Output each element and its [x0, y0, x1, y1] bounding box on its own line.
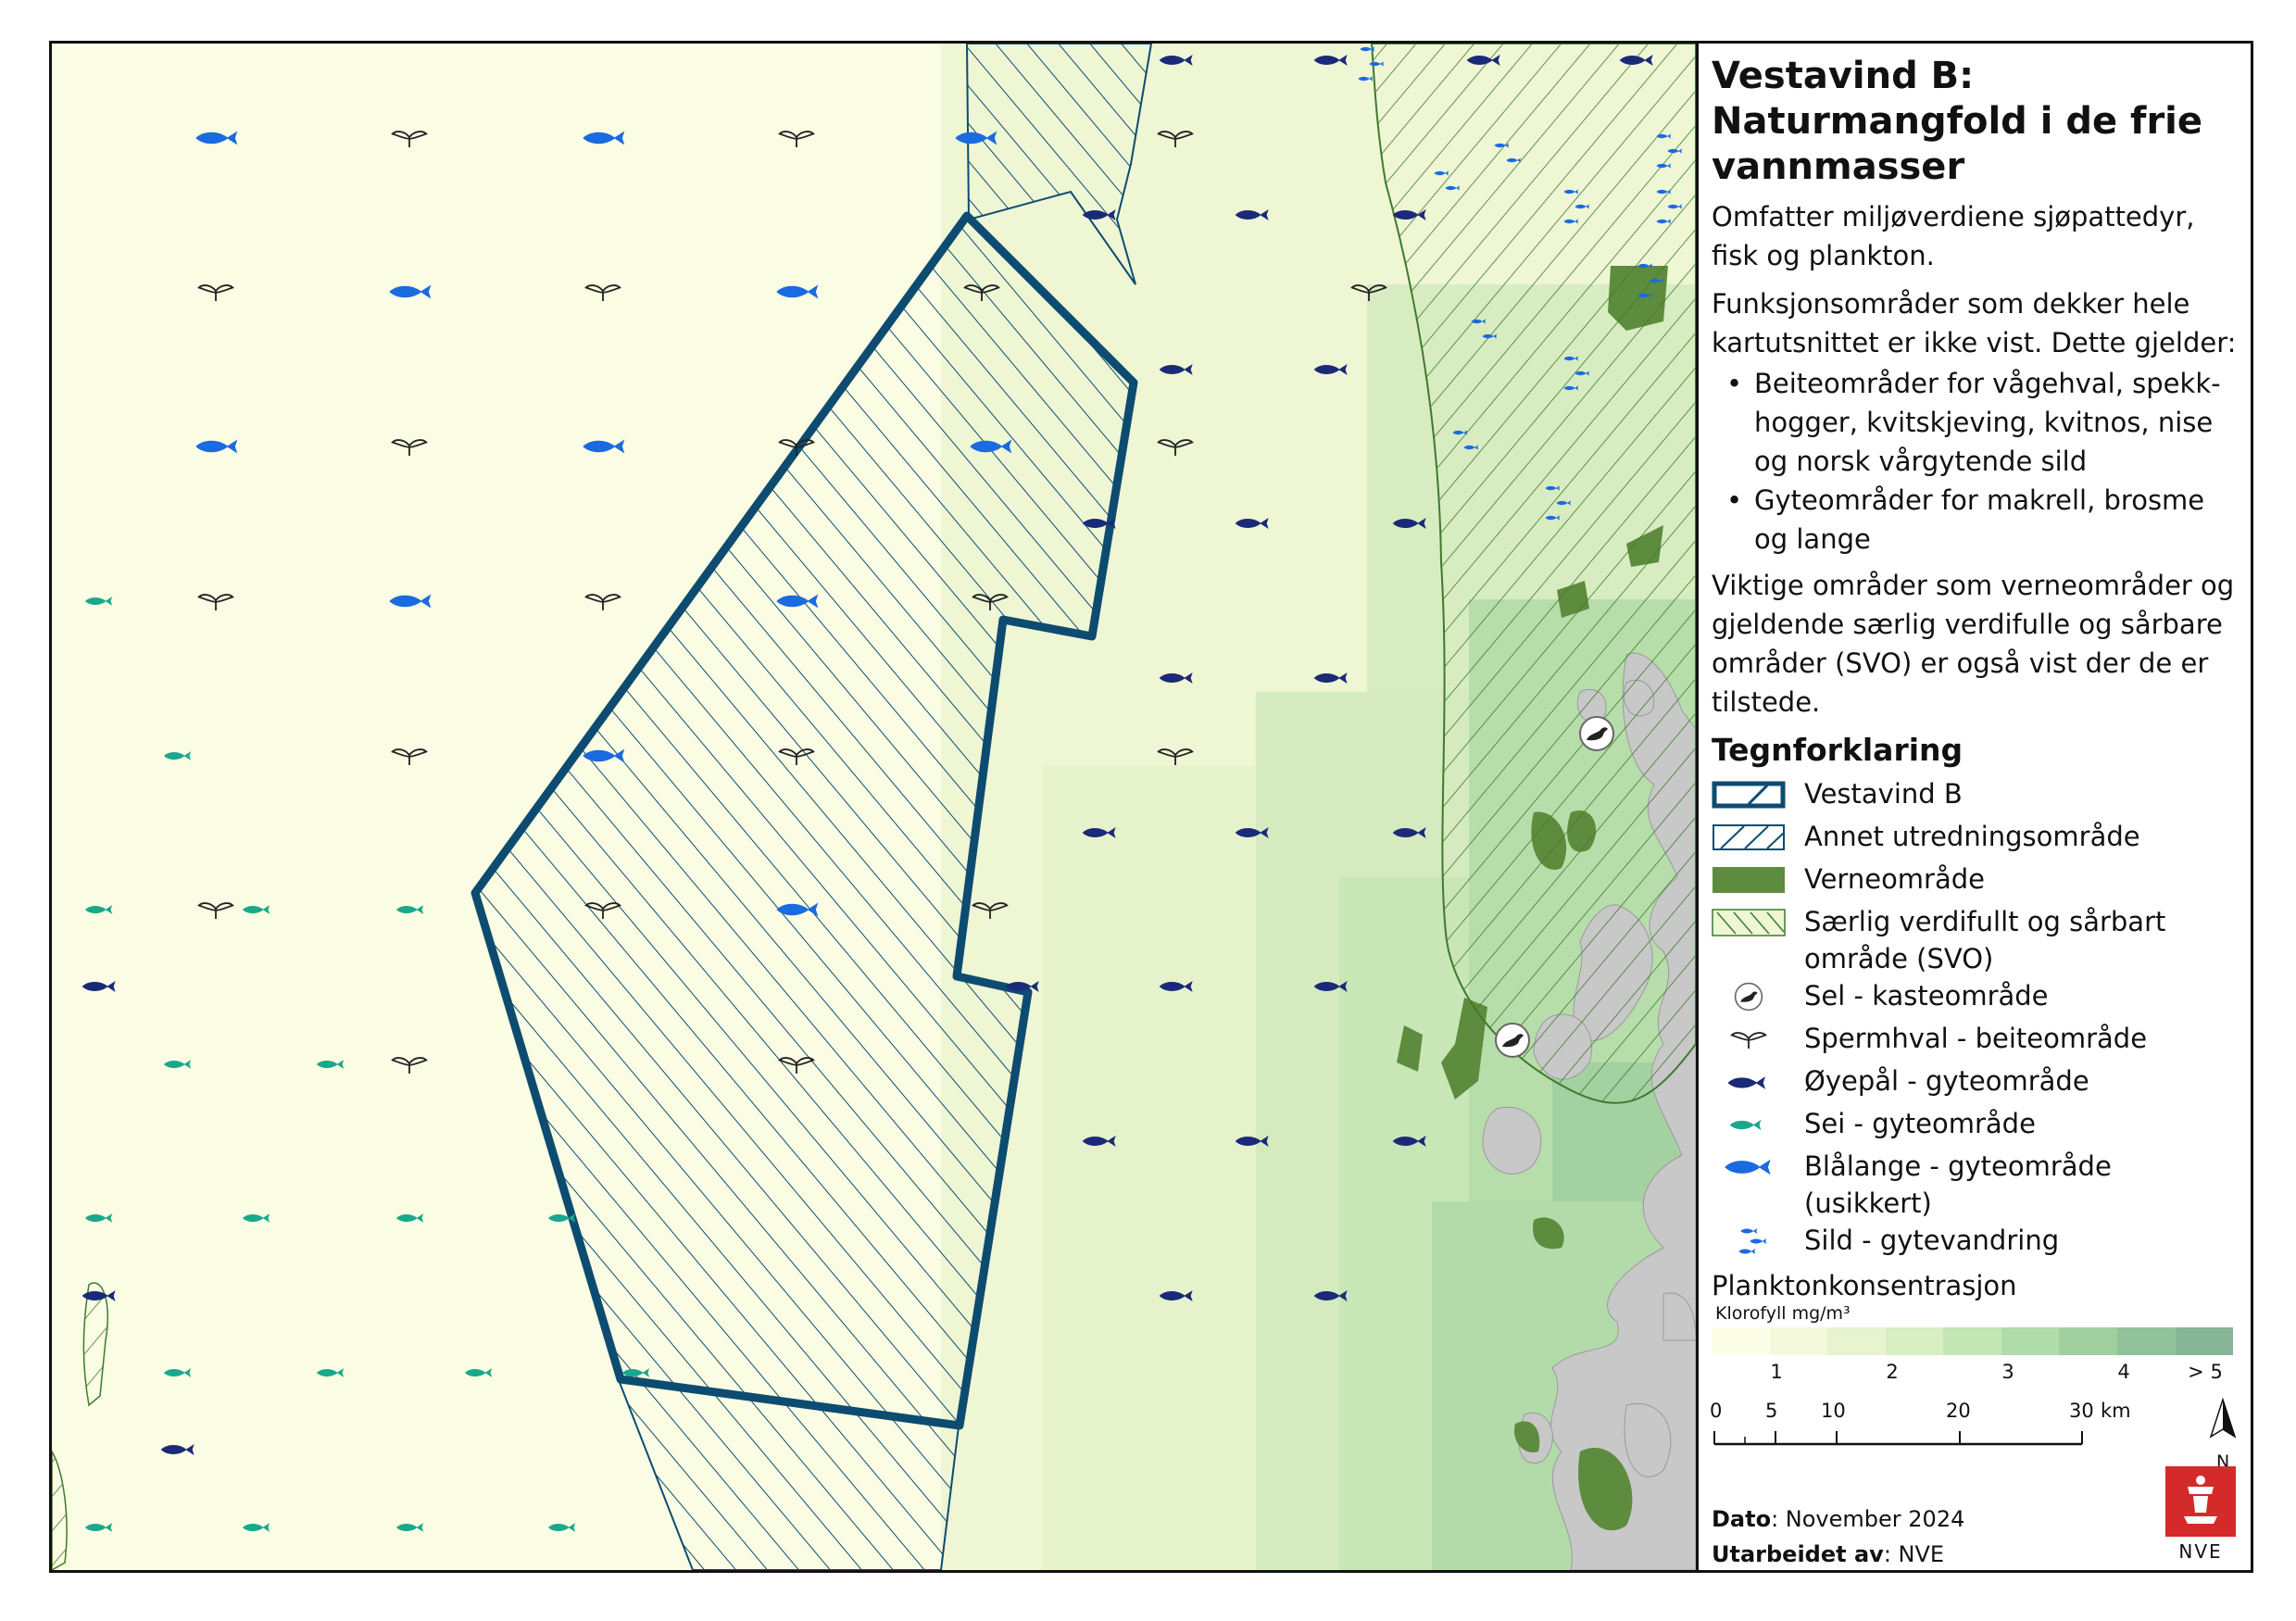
ramp-tick: > 5	[2188, 1361, 2223, 1383]
ramp-tick: 2	[1886, 1361, 1899, 1383]
funksjon-intro-text: Funksjonsområder som dekker hele kartuts…	[1712, 288, 2237, 358]
author-line: Utarbeidet av: NVE	[1712, 1541, 1945, 1567]
ramp-tick: 3	[2001, 1361, 2014, 1383]
ramp-class	[1712, 1327, 1770, 1355]
ramp-class	[1827, 1327, 1886, 1355]
map-canvas[interactable]	[52, 44, 1696, 1570]
fish-teal-icon	[1712, 1109, 1789, 1140]
scale-tick: 20	[1946, 1400, 1971, 1422]
legend-item-vestavind-b: Vestavind B	[1712, 775, 2244, 818]
whale-tail-icon	[1712, 1024, 1789, 1055]
date-line: Dato: November 2024	[1712, 1506, 1965, 1532]
funksjon-list: Beiteområder for vågehval, spekk-hogger,…	[1712, 364, 2244, 559]
hatched-swatch	[1712, 822, 1789, 853]
nve-logo: NVE	[2165, 1466, 2236, 1563]
scale-tick: 10	[1821, 1400, 1846, 1422]
funksjon-item: Gyteområder for makrell, brosme og lange	[1712, 481, 2244, 559]
map-title: Vestavind B: Naturmangfold i de frie van…	[1712, 55, 2203, 188]
scale-line	[1713, 1431, 2083, 1446]
ramp-tick: 1	[1770, 1361, 1783, 1383]
intro-text: Omfatter miljøverdiene sjøpattedyr, fisk…	[1712, 201, 2195, 271]
north-arrow-icon	[2209, 1398, 2237, 1439]
scale-tick: 0	[1710, 1400, 1723, 1422]
scale-bar: 0 5 10 20 30 km N	[1710, 1398, 2244, 1502]
plankton-ramp-ticks: 1 2 3 4 > 5	[1712, 1355, 2244, 1387]
ramp-class	[2001, 1327, 2060, 1355]
legend-item-oyepal: Øyepål - gyteområde	[1712, 1062, 2244, 1105]
legend-item-annet: Annet utredningsområde	[1712, 818, 2244, 861]
legend-item-sel: Sel - kasteområde	[1712, 977, 2244, 1020]
legend-item-blalange: Blålange - gyteområde (usikkert)	[1712, 1148, 2244, 1222]
fish-blue-icon	[1712, 1151, 1789, 1183]
plankton-title: Planktonkonsentrasjon	[1712, 1270, 2017, 1301]
legend-item-svo: Særlig verdifullt og sårbart område (SVO…	[1712, 903, 2244, 977]
scale-tick: 30	[2069, 1400, 2094, 1422]
viktige-text: Viktige områder som verneområder og gjel…	[1712, 570, 2235, 718]
green-swatch	[1712, 864, 1789, 896]
svo-swatch	[1712, 907, 1789, 938]
herring-school-icon	[1712, 1225, 1789, 1257]
legend-item-spermhval: Spermhval - beiteområde	[1712, 1020, 2244, 1062]
sel-seal-icon	[1495, 1023, 1530, 1058]
nve-shield-icon	[2165, 1466, 2236, 1537]
ramp-class	[2116, 1327, 2176, 1355]
ramp-class	[2175, 1327, 2234, 1355]
legend-title: Tegnforklaring	[1712, 732, 1964, 768]
scale-unit: km	[2101, 1400, 2131, 1422]
vestavind-b-swatch	[1712, 779, 1789, 810]
scale-tick: 5	[1765, 1400, 1778, 1422]
sel-seal-icon	[1579, 716, 1614, 751]
ramp-class	[1769, 1327, 1828, 1355]
logo-text: NVE	[2178, 1540, 2223, 1563]
ramp-class	[1943, 1327, 2001, 1355]
plankton-color-ramp	[1712, 1327, 2234, 1355]
legend-item-verne: Verneområde	[1712, 861, 2244, 903]
funksjon-item: Beiteområder for vågehval, spekk-hogger,…	[1712, 364, 2244, 481]
ramp-class	[2059, 1327, 2117, 1355]
seal-icon	[1712, 981, 1789, 1012]
ramp-class	[1885, 1327, 1944, 1355]
plankton-unit: Klorofyll mg/m³	[1715, 1303, 1851, 1324]
legend-item-sei: Sei - gyteområde	[1712, 1105, 2244, 1148]
panel-divider	[1696, 44, 1699, 1570]
fish-navy-icon	[1712, 1066, 1789, 1098]
legend-item-sild: Sild - gytevandring	[1712, 1222, 2244, 1264]
ramp-tick: 4	[2117, 1361, 2130, 1383]
legend-panel: Vestavind B: Naturmangfold i de frie van…	[1710, 54, 2244, 1567]
